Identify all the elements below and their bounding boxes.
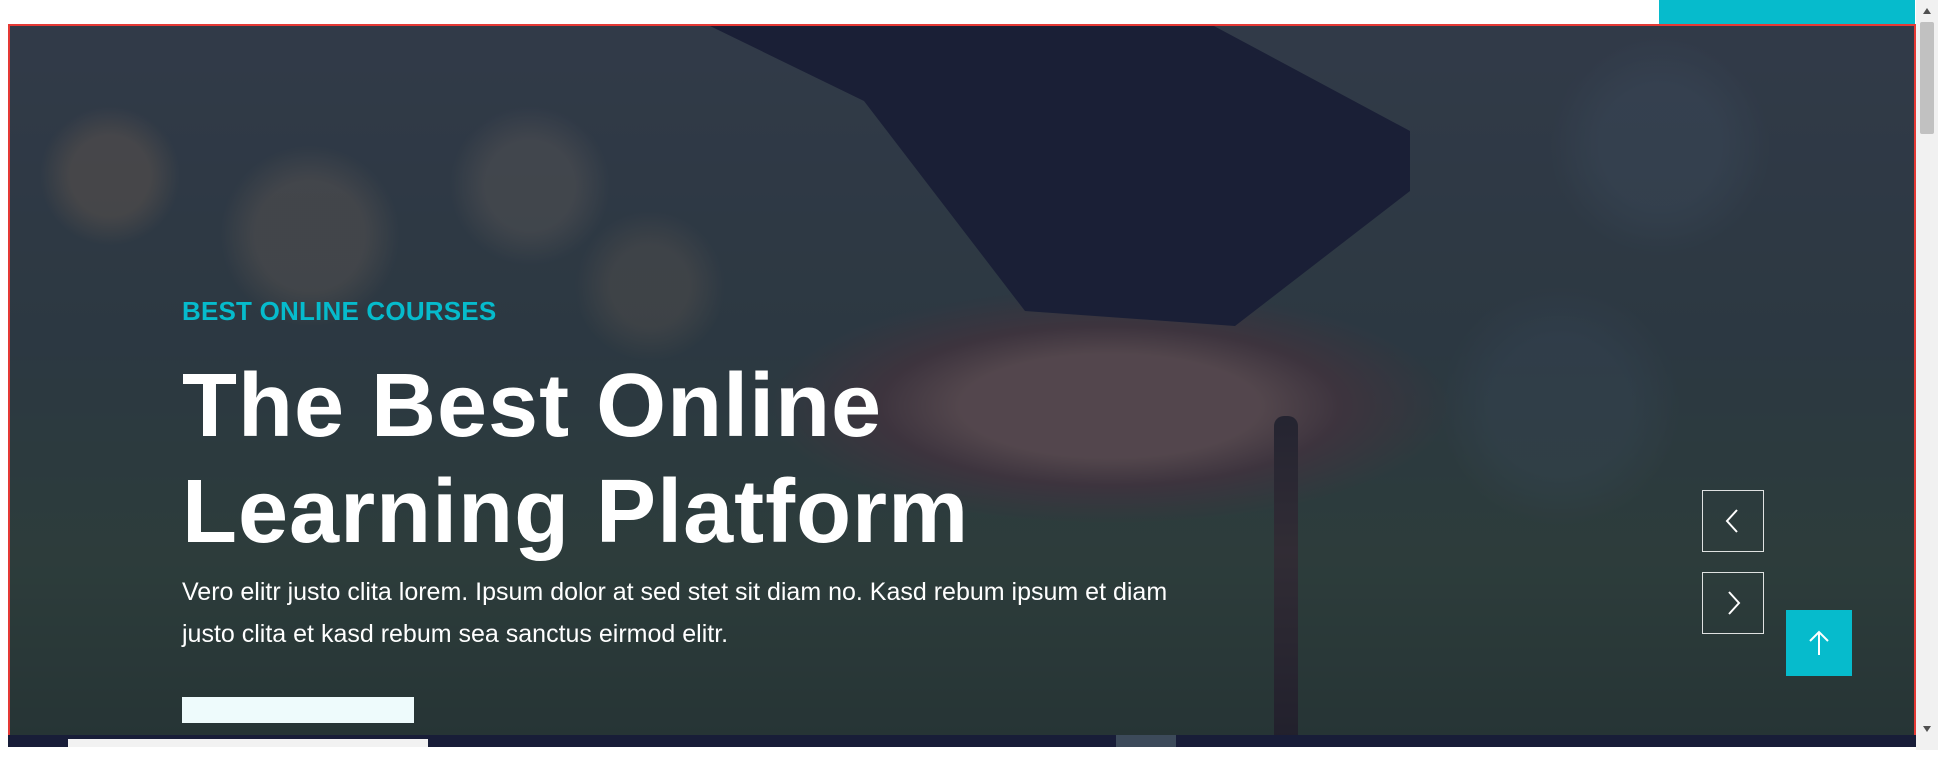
- hero-eyebrow: BEST ONLINE COURSES: [182, 296, 497, 326]
- hero-content: BEST ONLINE COURSES The Best Online Lear…: [182, 296, 1222, 655]
- hero-description: Vero elitr justo clita lorem. Ipsum dolo…: [182, 578, 1168, 648]
- hero-title: The Best Online Learning Platform: [182, 353, 1222, 565]
- chevron-left-icon: [1725, 509, 1738, 533]
- next-section-card-edge: [68, 739, 428, 747]
- hero-cta-button[interactable]: [182, 697, 414, 723]
- top-accent-bar: [1659, 0, 1915, 24]
- scroll-down-arrow[interactable]: [1916, 720, 1938, 738]
- scroll-up-arrow[interactable]: [1916, 2, 1938, 20]
- next-section-block-edge: [1116, 735, 1176, 747]
- triangle-down-icon: [1923, 726, 1931, 732]
- triangle-up-icon: [1923, 8, 1931, 14]
- back-to-top-button[interactable]: [1786, 610, 1852, 676]
- hero-title-line-2: Learning Platform: [182, 462, 970, 562]
- chevron-right-icon: [1728, 591, 1741, 615]
- carousel-prev-button[interactable]: [1702, 490, 1764, 552]
- arrow-up-icon: [1809, 630, 1829, 655]
- hero-title-line-1: The Best Online: [182, 356, 883, 456]
- scrollbar-thumb[interactable]: [1920, 22, 1934, 134]
- carousel-next-button[interactable]: [1702, 572, 1764, 634]
- next-section-edge: [8, 735, 1916, 747]
- page-scrollbar[interactable]: [1916, 0, 1938, 750]
